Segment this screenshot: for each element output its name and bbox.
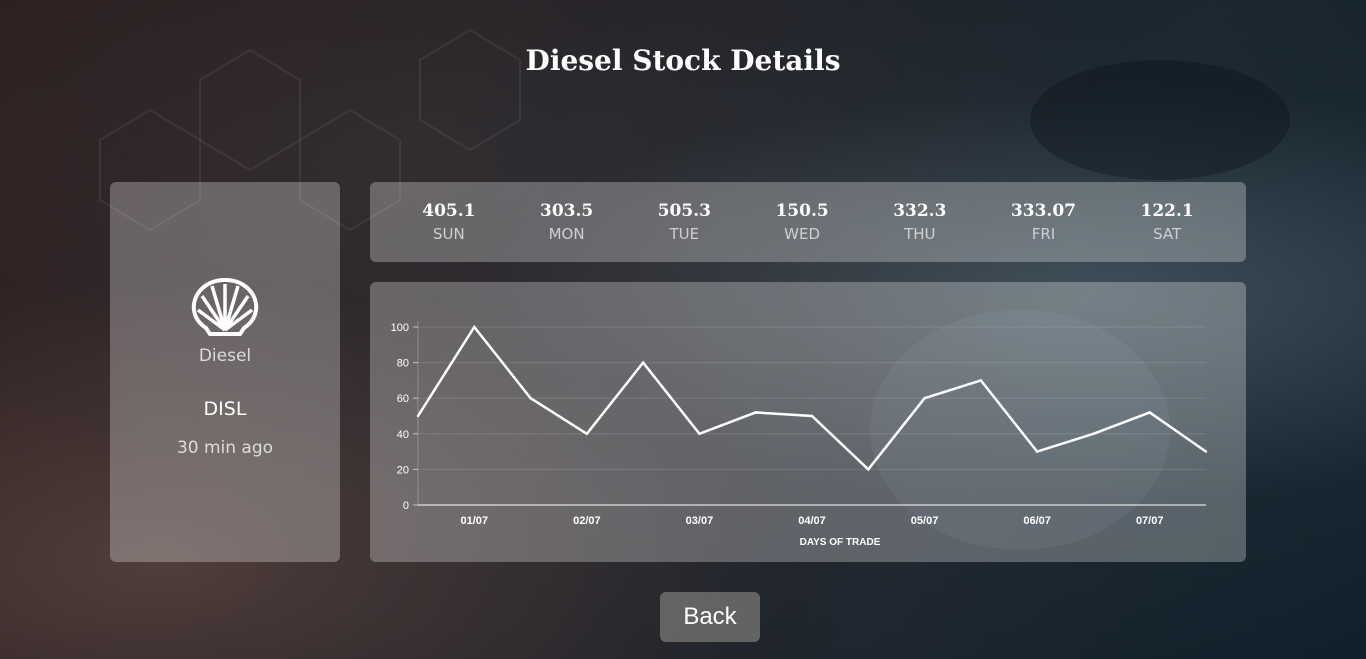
day-value: 332.3 bbox=[893, 201, 947, 221]
y-tick-label: 20 bbox=[397, 464, 409, 476]
day-value: 122.1 bbox=[1140, 201, 1194, 221]
day-value: 333.07 bbox=[1010, 201, 1076, 221]
day-item-tue: 505.3 TUE bbox=[658, 201, 711, 243]
stock-info-card: Diesel DISL 30 min ago bbox=[110, 182, 340, 562]
day-item-mon: 303.5 MON bbox=[540, 201, 593, 243]
data-point bbox=[529, 397, 532, 400]
x-tick-label: 05/07 bbox=[911, 515, 939, 527]
back-button[interactable]: Back bbox=[660, 592, 760, 642]
y-tick-label: 0 bbox=[403, 500, 409, 512]
day-item-fri: 333.07 FRI bbox=[1011, 201, 1076, 243]
daily-values-card: 405.1 SUN 303.5 MON 505.3 TUE 150.5 WED … bbox=[370, 182, 1246, 262]
day-item-thu: 332.3 THU bbox=[893, 201, 946, 243]
x-tick-label: 02/07 bbox=[573, 515, 601, 527]
data-point bbox=[1204, 450, 1208, 453]
data-point bbox=[698, 432, 701, 435]
day-value: 303.5 bbox=[539, 201, 594, 221]
x-tick-label: 03/07 bbox=[686, 515, 714, 527]
data-point bbox=[585, 432, 589, 435]
y-tick-label: 40 bbox=[397, 429, 409, 441]
x-axis-title: DAYS OF TRADE bbox=[800, 537, 881, 548]
y-tick-label: 60 bbox=[397, 393, 409, 405]
data-point bbox=[754, 411, 757, 414]
x-tick-label: 04/07 bbox=[798, 515, 826, 527]
day-name: THU bbox=[904, 225, 936, 243]
fuel-name: Diesel bbox=[198, 346, 252, 366]
day-item-sat: 122.1 SAT bbox=[1140, 201, 1193, 243]
day-value: 505.3 bbox=[657, 201, 711, 221]
data-point bbox=[810, 414, 814, 418]
last-updated: 30 min ago bbox=[176, 438, 274, 458]
x-tick-label: 07/07 bbox=[1136, 515, 1164, 527]
day-name: SAT bbox=[1153, 225, 1182, 243]
x-tick-label: 06/07 bbox=[1023, 515, 1051, 527]
day-name: WED bbox=[784, 225, 820, 243]
line-chart: 0 20 40 60 80 100 01/07 02/07 03/07 04/07 05/07 06/… bbox=[391, 321, 1208, 548]
data-point bbox=[1148, 411, 1151, 414]
stock-chart-card: 0 20 40 60 80 100 01/07 02/07 03/07 04/07 05/07 06/… bbox=[370, 282, 1246, 562]
day-value: 405.1 bbox=[422, 201, 476, 221]
day-name: FRI bbox=[1031, 225, 1056, 243]
page-title: Diesel Stock Details bbox=[525, 44, 841, 77]
y-tick-label: 100 bbox=[391, 322, 409, 334]
data-point bbox=[473, 325, 476, 329]
data-point bbox=[867, 468, 870, 471]
data-point bbox=[923, 397, 926, 400]
data-point bbox=[1035, 450, 1039, 453]
data-point bbox=[641, 361, 645, 364]
shell-logo-icon bbox=[191, 277, 259, 336]
ticker-symbol: DISL bbox=[203, 398, 247, 420]
day-name: TUE bbox=[669, 225, 700, 243]
y-tick-label: 80 bbox=[397, 358, 409, 370]
data-point bbox=[416, 414, 420, 418]
data-point bbox=[979, 379, 983, 382]
data-point bbox=[1092, 432, 1095, 435]
day-name: SUN bbox=[433, 225, 465, 243]
day-value: 150.5 bbox=[775, 201, 829, 221]
day-item-sun: 405.1 SUN bbox=[422, 201, 475, 243]
day-name: MON bbox=[548, 225, 585, 243]
day-item-wed: 150.5 WED bbox=[775, 201, 828, 243]
x-tick-label: 01/07 bbox=[461, 515, 489, 527]
